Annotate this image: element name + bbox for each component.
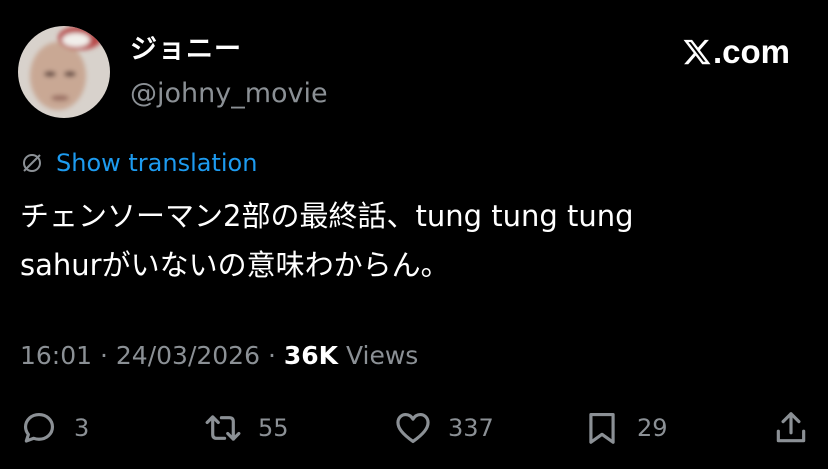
tweet-text: チェンソーマン2部の最終話、tung tung tung sahurがいないの意… (20, 192, 810, 290)
brand-suffix: .com (712, 33, 790, 70)
retweet-icon (205, 415, 241, 441)
bookmark-icon (589, 412, 615, 444)
x-logo-icon (683, 39, 711, 65)
views-count[interactable]: 36K (284, 341, 338, 370)
share-icon (776, 412, 806, 443)
heart-icon (396, 412, 430, 444)
reply-count: 3 (74, 414, 90, 442)
brand-logo: .com (682, 32, 790, 72)
share-button[interactable] (772, 406, 810, 450)
handle[interactable]: @johny_movie (130, 76, 328, 112)
reply-button[interactable]: 3 (20, 406, 89, 450)
meta-separator: · (100, 341, 108, 370)
action-bar: 3 55 337 29 (0, 406, 828, 450)
tweet-date[interactable]: 24/03/2026 (116, 341, 260, 370)
tweet-meta: 16:01 · 24/03/2026 · 36K Views (20, 338, 418, 374)
meta-separator: · (267, 341, 276, 370)
avatar[interactable] (18, 26, 110, 118)
reply-icon (23, 412, 55, 443)
retweet-count: 55 (258, 414, 289, 442)
tweet-time[interactable]: 16:01 (20, 341, 92, 370)
views-label[interactable]: Views (346, 341, 418, 370)
like-count: 337 (448, 414, 494, 442)
bookmark-button[interactable]: 29 (583, 406, 668, 450)
show-translation-link[interactable]: Show translation (20, 146, 257, 180)
avatar-image (18, 26, 110, 118)
translate-globe-icon (23, 154, 41, 172)
retweet-button[interactable]: 55 (204, 406, 289, 450)
bookmark-count: 29 (637, 414, 668, 442)
display-name[interactable]: ジョニー (130, 32, 242, 68)
like-button[interactable]: 337 (394, 406, 494, 450)
show-translation-label[interactable]: Show translation (56, 146, 257, 180)
tweet-text-line: sahurがいないの意味わからん。 (20, 248, 450, 282)
tweet-text-line: チェンソーマン2部の最終話、tung tung tung (20, 199, 634, 233)
